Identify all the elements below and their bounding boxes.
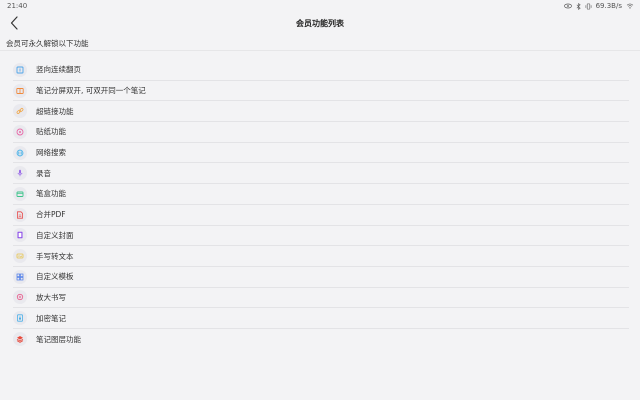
list-item: 超链接功能 <box>13 101 629 123</box>
nav-bar: 会员功能列表 <box>0 12 640 34</box>
network-speed: 69.3B/s <box>595 2 622 10</box>
list-item: 自定义模板 <box>13 267 629 288</box>
list-item-label: 合并PDF <box>36 210 66 220</box>
vibrate-icon <box>585 3 591 9</box>
list-item: 录音 <box>13 163 629 185</box>
merge-pdf-icon <box>13 207 27 222</box>
encrypted-note-icon <box>13 311 27 326</box>
list-item: 竖向连续翻页 <box>13 60 629 81</box>
template-icon <box>13 269 27 284</box>
split-screen-icon <box>13 83 27 98</box>
list-item: 笔盒功能 <box>13 184 629 205</box>
list-item: 放大书写 <box>13 288 629 309</box>
status-bar: 21:40 69.3B/s <box>0 0 640 12</box>
feature-list: 竖向连续翻页 笔记分屏双开, 可双开同一个笔记 超链接功能 贴纸功能 网络搜索 … <box>13 60 629 350</box>
list-item-label: 超链接功能 <box>36 106 74 116</box>
sticker-icon <box>13 124 27 139</box>
list-item: 笔记图层功能 <box>13 329 629 350</box>
list-item-label: 加密笔记 <box>36 313 66 323</box>
list-item: 合并PDF <box>13 205 629 226</box>
bluetooth-icon <box>576 2 581 10</box>
page-title: 会员功能列表 <box>296 19 344 28</box>
pen-box-icon <box>13 186 27 201</box>
list-item-label: 手写转文本 <box>36 251 74 261</box>
list-item-label: 笔记分屏双开, 可双开同一个笔记 <box>36 86 146 96</box>
subtitle: 会员可永久解锁以下功能 <box>6 39 89 48</box>
list-item: 加密笔记 <box>13 308 629 329</box>
globe-icon <box>13 145 27 160</box>
magnify-write-icon <box>13 290 27 305</box>
status-icons: 69.3B/s <box>563 2 634 10</box>
list-item-label: 放大书写 <box>36 292 66 302</box>
list-item-label: 笔盒功能 <box>36 189 66 199</box>
status-time: 21:40 <box>7 2 28 10</box>
list-item: 自定义封面 <box>13 226 629 247</box>
list-item-label: 笔记图层功能 <box>36 334 81 344</box>
divider <box>0 50 640 51</box>
list-item: 网络搜索 <box>13 143 629 164</box>
layers-icon <box>13 332 27 347</box>
handwriting-text-icon <box>13 249 27 264</box>
wifi-icon <box>626 3 634 9</box>
eye-icon <box>563 3 572 9</box>
link-icon <box>13 104 27 119</box>
list-item-label: 自定义模板 <box>36 272 74 282</box>
list-item-label: 自定义封面 <box>36 230 74 240</box>
vertical-scroll-icon <box>13 62 27 77</box>
list-item: 手写转文本 <box>13 246 629 267</box>
microphone-icon <box>13 166 27 181</box>
list-item: 贴纸功能 <box>13 122 629 143</box>
list-item-label: 网络搜索 <box>36 148 66 158</box>
list-item: 笔记分屏双开, 可双开同一个笔记 <box>13 81 629 102</box>
list-item-label: 录音 <box>36 168 51 178</box>
list-item-label: 贴纸功能 <box>36 127 66 137</box>
cover-icon <box>13 228 27 243</box>
list-item-label: 竖向连续翻页 <box>36 65 81 75</box>
